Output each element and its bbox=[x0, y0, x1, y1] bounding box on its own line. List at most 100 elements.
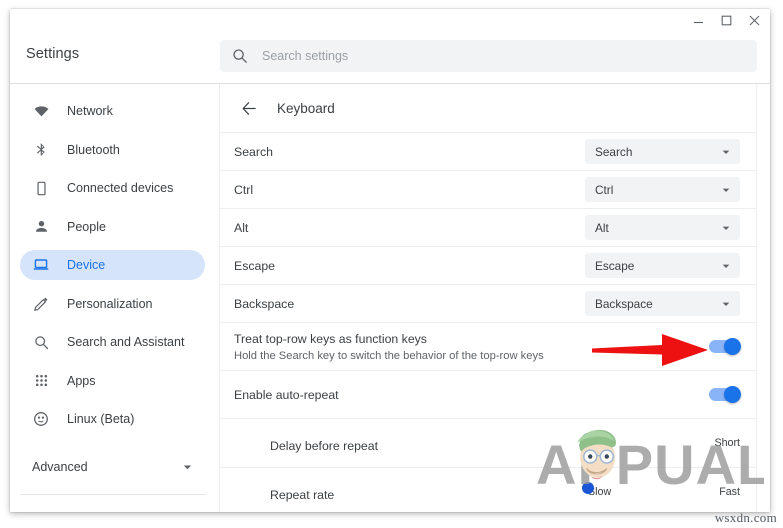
sidebar-item-connected-devices[interactable]: Connected devices bbox=[20, 173, 205, 203]
top-row-function-keys-row: Treat top-row keys as function keys Hold… bbox=[220, 322, 756, 370]
search-icon bbox=[232, 48, 248, 64]
search-bar[interactable] bbox=[220, 40, 757, 72]
select-value: Search bbox=[595, 144, 633, 159]
sidebar-item-label: Apps bbox=[67, 373, 96, 388]
sidebar-item-device[interactable]: Device bbox=[20, 250, 205, 280]
table-row: Alt Alt bbox=[220, 208, 756, 246]
search-key-select[interactable]: Search bbox=[585, 139, 740, 164]
row-label: Backspace bbox=[234, 296, 295, 311]
maximize-icon[interactable] bbox=[712, 9, 740, 31]
keyboard-settings-card: Search Search Ctrl Ctrl Alt Alt Escape E… bbox=[220, 132, 756, 512]
settings-window: Settings Networ bbox=[10, 9, 770, 512]
row-label: Escape bbox=[234, 258, 276, 273]
app-header: Settings bbox=[10, 31, 770, 83]
close-icon[interactable] bbox=[740, 9, 768, 31]
sidebar-item-label: People bbox=[67, 219, 106, 234]
enable-auto-repeat-row: Enable auto-repeat bbox=[220, 370, 756, 418]
chevron-down-icon bbox=[721, 299, 731, 309]
linux-icon bbox=[32, 410, 50, 428]
delay-before-repeat-row: Delay before repeat Long Short bbox=[220, 418, 756, 467]
main-scrollbar[interactable] bbox=[756, 84, 770, 512]
slider-label: Repeat rate bbox=[270, 488, 335, 502]
sidebar-item-advanced[interactable]: Advanced bbox=[20, 452, 205, 482]
repeat-rate-row: Repeat rate Slow Fast bbox=[220, 467, 756, 512]
top-row-function-keys-toggle[interactable] bbox=[709, 337, 741, 355]
toggle-title: Treat top-row keys as function keys bbox=[234, 331, 427, 346]
select-value: Escape bbox=[595, 258, 635, 273]
sidebar-item-label: Device bbox=[67, 258, 106, 272]
slider-knob[interactable] bbox=[582, 481, 594, 494]
app-title: Settings bbox=[26, 46, 80, 62]
toggle-knob bbox=[724, 385, 741, 403]
slider-knob[interactable] bbox=[582, 432, 594, 445]
sidebar-item-personalization[interactable]: Personalization bbox=[20, 289, 205, 319]
sidebar-item-label: Linux (Beta) bbox=[67, 412, 135, 426]
toggle-subtitle: Hold the Search key to switch the behavi… bbox=[234, 349, 544, 362]
sidebar-item-label: Network bbox=[67, 104, 113, 118]
site-credit: wsxdn.com bbox=[714, 510, 777, 525]
row-label: Alt bbox=[234, 220, 249, 235]
screenshot-root: Settings Networ bbox=[0, 0, 783, 528]
chevron-down-icon bbox=[721, 223, 731, 233]
escape-key-select[interactable]: Escape bbox=[585, 253, 740, 278]
sidebar-divider bbox=[20, 494, 206, 495]
table-row: Backspace Backspace bbox=[220, 284, 756, 322]
phone-icon bbox=[32, 179, 50, 197]
window-body: Network Bluetooth Connected devices Peop… bbox=[10, 84, 770, 512]
pencil-icon bbox=[32, 295, 50, 313]
table-row: Escape Escape bbox=[220, 246, 756, 284]
alt-key-select[interactable]: Alt bbox=[585, 215, 740, 240]
slider-label: Delay before repeat bbox=[270, 439, 379, 453]
chevron-down-icon bbox=[721, 185, 731, 195]
backspace-key-select[interactable]: Backspace bbox=[585, 291, 740, 316]
laptop-icon bbox=[32, 256, 50, 274]
sidebar: Network Bluetooth Connected devices Peop… bbox=[10, 84, 220, 512]
chevron-down-icon bbox=[721, 147, 731, 157]
toggle-texts: Treat top-row keys as function keys Hold… bbox=[234, 332, 544, 362]
sidebar-item-people[interactable]: People bbox=[20, 212, 205, 242]
ctrl-key-select[interactable]: Ctrl bbox=[585, 177, 740, 202]
toggle-knob bbox=[724, 337, 741, 355]
sidebar-item-label: Personalization bbox=[67, 296, 153, 311]
minimize-icon[interactable] bbox=[684, 9, 712, 31]
slider-end-labels: Slow Fast bbox=[588, 486, 740, 498]
sidebar-item-search-and-assistant[interactable]: Search and Assistant bbox=[20, 327, 205, 357]
chevron-down-icon bbox=[182, 462, 193, 473]
row-label: Ctrl bbox=[234, 182, 254, 197]
page-title: Keyboard bbox=[277, 100, 335, 116]
sidebar-item-label: Bluetooth bbox=[67, 142, 120, 157]
chevron-down-icon bbox=[721, 261, 731, 271]
arrow-back-icon[interactable] bbox=[238, 97, 260, 119]
row-label: Search bbox=[234, 144, 273, 159]
toggle-title: Enable auto-repeat bbox=[234, 387, 339, 402]
search-icon bbox=[32, 333, 50, 351]
table-row: Ctrl Ctrl bbox=[220, 170, 756, 208]
person-icon bbox=[32, 218, 50, 236]
window-titlebar bbox=[10, 9, 770, 31]
sidebar-item-apps[interactable]: Apps bbox=[20, 366, 205, 396]
window-controls bbox=[684, 9, 768, 31]
slider-max-label: Short bbox=[714, 437, 740, 449]
select-value: Backspace bbox=[595, 296, 653, 311]
sidebar-item-label: Search and Assistant bbox=[67, 335, 185, 349]
toggle-texts: Enable auto-repeat bbox=[234, 388, 339, 402]
select-value: Ctrl bbox=[595, 182, 614, 197]
sidebar-item-linux-beta[interactable]: Linux (Beta) bbox=[20, 404, 205, 434]
table-row: Search Search bbox=[220, 132, 756, 170]
enable-auto-repeat-toggle[interactable] bbox=[709, 385, 741, 403]
sidebar-item-about-chrome-os[interactable]: About Chrome OS bbox=[20, 505, 205, 512]
select-value: Alt bbox=[595, 220, 609, 235]
sidebar-item-network[interactable]: Network bbox=[20, 96, 205, 126]
main-content: Keyboard Search Search Ctrl Ctrl Alt Alt… bbox=[220, 84, 770, 512]
bluetooth-icon bbox=[32, 141, 50, 159]
search-input[interactable] bbox=[262, 49, 745, 63]
wifi-icon bbox=[32, 102, 50, 120]
delay-before-repeat-slider[interactable]: Long Short bbox=[582, 432, 740, 449]
slider-end-labels: Long Short bbox=[588, 437, 740, 449]
advanced-label: Advanced bbox=[32, 460, 88, 474]
sidebar-item-label: Connected devices bbox=[67, 181, 174, 195]
slider-max-label: Fast bbox=[719, 486, 740, 498]
repeat-rate-slider[interactable]: Slow Fast bbox=[582, 481, 740, 498]
page-header: Keyboard bbox=[220, 84, 770, 132]
sidebar-item-bluetooth[interactable]: Bluetooth bbox=[20, 135, 205, 165]
